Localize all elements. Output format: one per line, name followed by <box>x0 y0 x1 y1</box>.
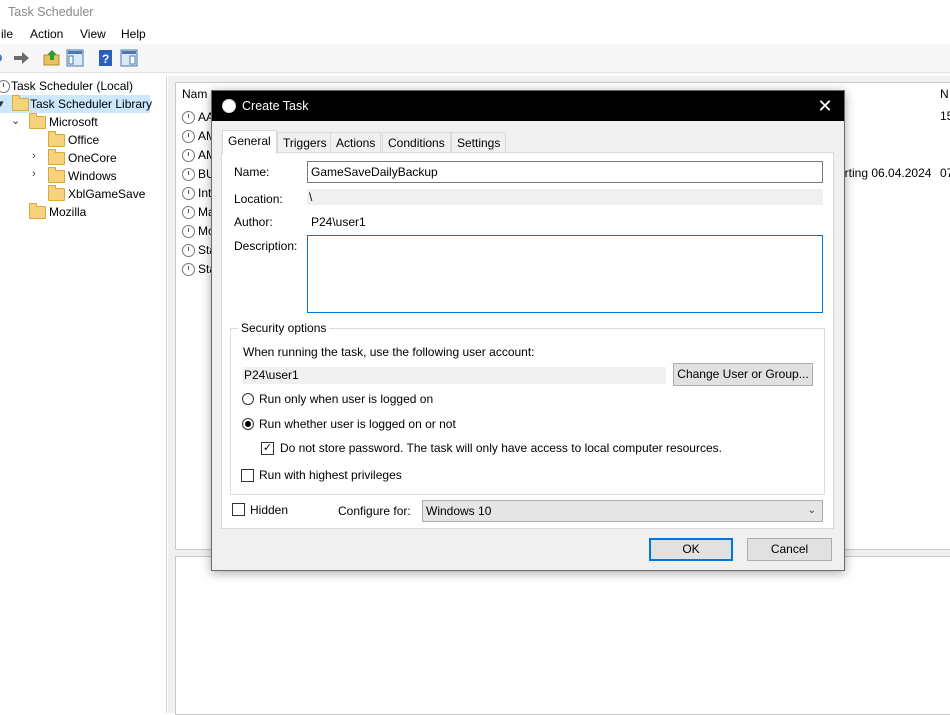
task-details-pane <box>175 556 950 715</box>
task-icon <box>182 206 195 219</box>
description-field[interactable] <box>307 235 823 313</box>
task-icon <box>182 130 195 143</box>
up-folder-icon[interactable] <box>43 49 61 67</box>
security-prompt: When running the task, use the following… <box>243 345 535 359</box>
toolbar: ? <box>0 44 950 73</box>
cancel-button[interactable]: Cancel <box>747 538 832 561</box>
task-icon <box>182 225 195 238</box>
configure-for-label: Configure for: <box>338 504 411 518</box>
column-header-next-run[interactable]: N <box>940 87 949 101</box>
hidden-checkbox[interactable] <box>232 503 245 516</box>
run-only-logged-on-radio[interactable] <box>242 393 254 405</box>
dialog-title: Create Task <box>242 99 309 113</box>
task-icon <box>182 244 195 257</box>
tab-settings[interactable]: Settings <box>451 132 507 153</box>
tab-triggers[interactable]: Triggers <box>277 132 333 153</box>
tree-item-root[interactable]: Task Scheduler (Local) <box>0 77 160 95</box>
forward-arrow-icon[interactable] <box>12 49 30 67</box>
run-whether-logged-on-label[interactable]: Run whether user is logged on or not <box>259 417 456 431</box>
task-icon <box>182 111 195 124</box>
menu-file[interactable]: ile <box>1 27 13 41</box>
tree-item-windows[interactable]: › Windows <box>0 167 160 185</box>
task-icon <box>182 168 195 181</box>
menu-view[interactable]: View <box>80 27 106 41</box>
svg-text:?: ? <box>102 52 109 66</box>
name-field[interactable]: GameSaveDailyBackup <box>307 161 823 183</box>
tree-item-label: Task Scheduler Library <box>30 97 153 111</box>
console-tree: Task Scheduler (Local) ▾ Task Scheduler … <box>0 76 167 713</box>
security-options-legend: Security options <box>238 321 330 335</box>
help-icon[interactable]: ? <box>97 49 115 67</box>
tree-item-label: Microsoft <box>49 115 98 129</box>
task-icon <box>182 263 195 276</box>
do-not-store-password-label[interactable]: Do not store password. The task will onl… <box>280 441 722 455</box>
chevron-down-icon[interactable]: ▾ <box>0 97 4 110</box>
run-whether-logged-on-radio[interactable] <box>242 418 254 430</box>
author-value: P24\user1 <box>311 215 366 229</box>
create-task-dialog: Create Task ✕ General Triggers Actions C… <box>211 90 845 571</box>
task-icon <box>182 187 195 200</box>
highest-privileges-checkbox[interactable] <box>241 469 254 482</box>
user-account-value: P24\user1 <box>242 367 666 384</box>
menu-help[interactable]: Help <box>121 27 146 41</box>
task-icon <box>182 149 195 162</box>
do-not-store-password-checkbox[interactable]: ✓ <box>261 442 274 455</box>
tab-actions[interactable]: Actions <box>330 132 382 153</box>
folder-icon <box>48 167 65 183</box>
tree-item-label: XblGameSave <box>68 187 146 201</box>
list-cell: arting 06.04.2024 <box>838 166 932 180</box>
tree-item-label: Task Scheduler (Local) <box>11 79 134 93</box>
run-only-logged-on-label[interactable]: Run only when user is logged on <box>259 392 433 406</box>
menu-bar: ile Action View Help <box>0 24 950 44</box>
tree-item-label: Windows <box>68 169 117 183</box>
folder-clock-icon <box>12 95 29 111</box>
tab-general[interactable]: General <box>222 130 277 154</box>
name-label: Name: <box>234 165 270 179</box>
tree-item-office[interactable]: Office <box>0 131 160 149</box>
folder-icon <box>29 113 46 129</box>
folder-icon <box>29 203 46 219</box>
change-user-button[interactable]: Change User or Group... <box>673 363 813 386</box>
chevron-down-icon: ⌄ <box>807 505 816 516</box>
back-arrow-icon[interactable] <box>0 49 12 67</box>
hidden-label[interactable]: Hidden <box>250 503 288 517</box>
list-item-label: Int <box>198 186 212 200</box>
description-label: Description: <box>234 239 298 253</box>
tree-item-label: Office <box>68 133 100 147</box>
chevron-right-icon[interactable]: › <box>32 150 36 162</box>
clock-icon <box>222 99 236 113</box>
menu-action[interactable]: Action <box>30 27 63 41</box>
tree-item-library[interactable]: ▾ Task Scheduler Library <box>0 95 153 113</box>
location-label: Location: <box>234 192 283 206</box>
configure-for-select[interactable]: Windows 10 ⌄ <box>422 500 823 522</box>
close-icon[interactable]: ✕ <box>814 95 836 117</box>
ok-button[interactable]: OK <box>649 538 733 561</box>
window-title: Task Scheduler <box>8 5 94 19</box>
tree-item-microsoft[interactable]: ⌄ Microsoft <box>0 113 160 131</box>
tree-item-xblgamesave[interactable]: XblGameSave <box>0 185 160 203</box>
chevron-down-icon[interactable]: ⌄ <box>11 114 20 127</box>
chevron-right-icon[interactable]: › <box>32 168 36 180</box>
show-hide-console-tree-icon[interactable] <box>66 49 84 67</box>
tree-item-label: OneCore <box>68 151 117 165</box>
configure-for-value: Windows 10 <box>426 504 492 518</box>
tree-item-mozilla[interactable]: Mozilla <box>0 203 160 221</box>
tree-item-label: Mozilla <box>49 205 87 219</box>
dialog-title-bar: Create Task ✕ <box>212 91 844 121</box>
author-label: Author: <box>234 215 273 229</box>
folder-icon <box>48 131 65 147</box>
window-title-bar: Task Scheduler <box>0 0 950 24</box>
task-scheduler-icon <box>0 80 10 93</box>
folder-icon <box>48 185 65 201</box>
location-value: \ <box>307 189 823 205</box>
show-hide-action-pane-icon[interactable] <box>120 49 138 67</box>
list-cell: 07 <box>940 166 950 180</box>
tab-conditions[interactable]: Conditions <box>382 132 451 153</box>
folder-icon <box>48 149 65 165</box>
column-header-name[interactable]: Nam <box>182 87 207 101</box>
highest-privileges-label[interactable]: Run with highest privileges <box>259 468 402 482</box>
tree-item-onecore[interactable]: › OneCore <box>0 149 160 167</box>
list-cell: 15 <box>940 109 950 123</box>
